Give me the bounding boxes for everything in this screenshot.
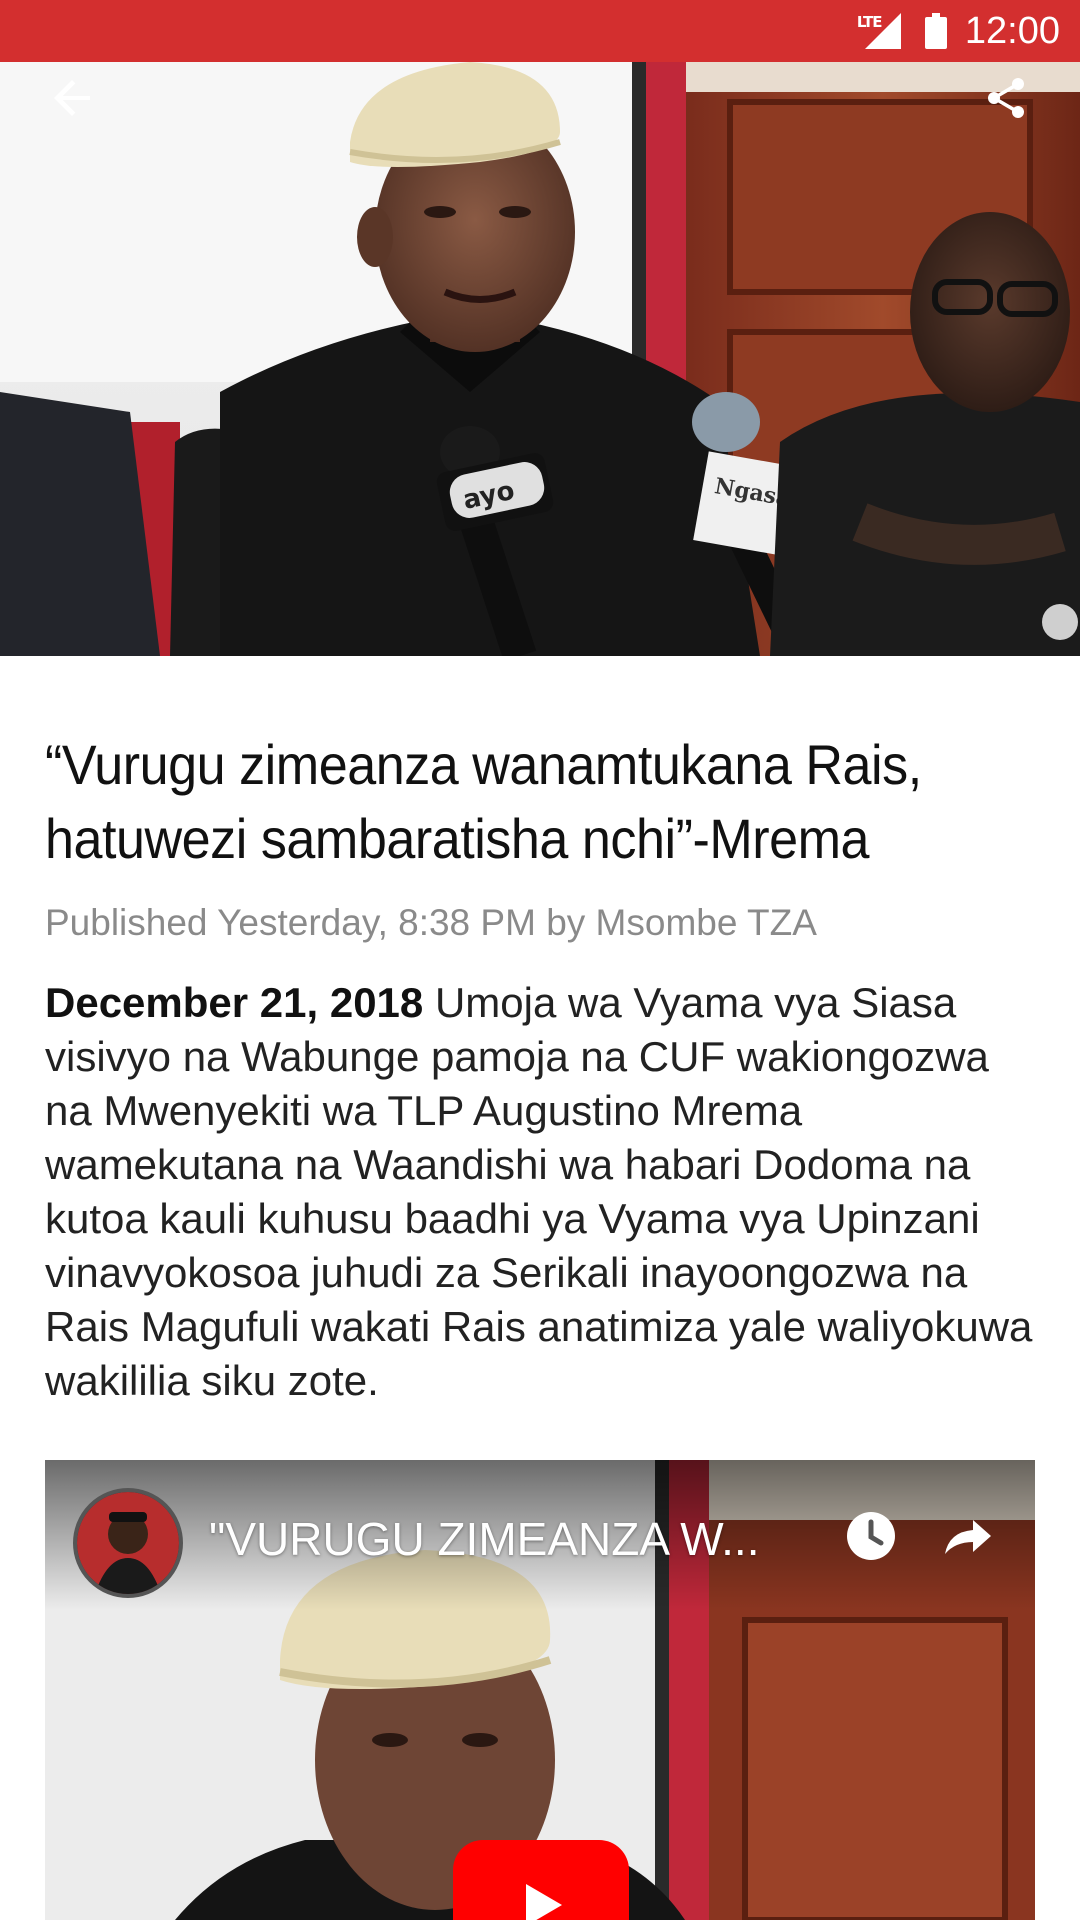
- watch-later-button[interactable]: [835, 1500, 907, 1572]
- app-screen: LTE 12:00 ayo NgasaTv “Vurugu zimeanza w…: [0, 0, 1080, 1920]
- article-meta: Published Yesterday, 8:38 PM by Msombe T…: [45, 902, 817, 943]
- video-embed[interactable]: "VURUGU ZIMEANZA W...: [45, 1460, 1035, 1920]
- article-body-text: Umoja wa Vyama vya Siasa visivyo na Wabu…: [45, 979, 1033, 1404]
- video-play-button[interactable]: [453, 1840, 629, 1920]
- article-title: “Vurugu zimeanza wanamtukana Rais, hatuw…: [45, 733, 922, 870]
- status-time: 12:00: [964, 9, 1060, 52]
- status-bar: LTE 12:00: [0, 0, 1080, 62]
- youtube-play-icon: [526, 1884, 562, 1920]
- article-date: December 21, 2018: [45, 979, 424, 1026]
- status-icons: LTE 12:00: [857, 0, 1060, 62]
- share-button[interactable]: [970, 62, 1042, 134]
- share-icon: [988, 78, 1024, 118]
- lte-signal-icon: LTE: [857, 9, 907, 53]
- watch-later-icon: [847, 1512, 895, 1560]
- share-arrow-icon: [945, 1520, 991, 1554]
- channel-avatar[interactable]: [73, 1488, 183, 1598]
- article: “Vurugu zimeanza wanamtukana Rais, hatuw…: [0, 656, 1080, 1408]
- avatar-icon: [77, 1492, 179, 1594]
- arrow-back-icon: [54, 80, 90, 116]
- article-body: December 21, 2018 Umoja wa Vyama vya Sia…: [45, 976, 1035, 1408]
- back-button[interactable]: [38, 62, 110, 134]
- video-share-button[interactable]: [931, 1500, 1003, 1572]
- hero-image: ayo NgasaTv: [0, 62, 1080, 656]
- battery-icon: [924, 13, 947, 49]
- video-title[interactable]: "VURUGU ZIMEANZA W...: [209, 1512, 759, 1566]
- network-type-label: LTE: [856, 13, 883, 31]
